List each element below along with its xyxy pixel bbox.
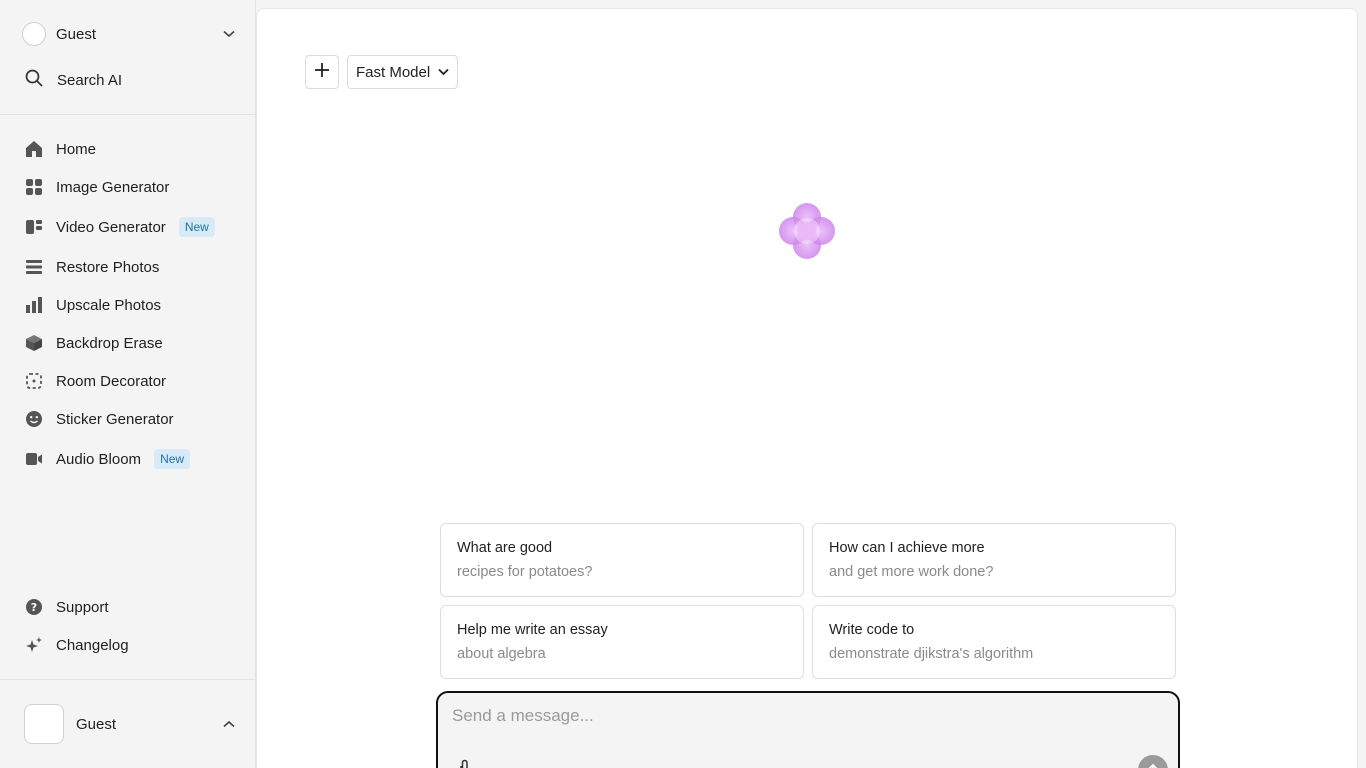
sidebar-item-label: Changelog: [56, 636, 129, 654]
search-label: Search AI: [57, 72, 123, 89]
new-chat-button[interactable]: [305, 55, 339, 89]
sidebar-item-label: Backdrop Erase: [56, 334, 163, 352]
home-icon: [24, 139, 44, 159]
model-selector[interactable]: Fast Model: [347, 55, 459, 89]
message-composer: [436, 691, 1180, 768]
message-input[interactable]: [452, 703, 1152, 729]
sidebar-item-label: Restore Photos: [56, 258, 160, 276]
sparkles-icon: [24, 635, 44, 655]
paperclip-icon[interactable]: [456, 759, 472, 768]
plus-icon: [314, 62, 330, 83]
search-ai[interactable]: Search AI: [24, 68, 122, 93]
svg-text:?: ?: [31, 601, 37, 614]
sidebar-item-changelog[interactable]: Changelog: [24, 633, 129, 657]
sidebar-item-backdrop-erase[interactable]: Backdrop Erase: [24, 331, 163, 355]
sidebar-item-support[interactable]: ? Support: [24, 595, 109, 619]
sidebar-item-upscale-photos[interactable]: Upscale Photos: [24, 293, 161, 317]
chat-panel: Fast Model What are good recipes for pot…: [256, 8, 1358, 768]
user-name: Guest: [76, 715, 117, 733]
sidebar-item-sticker-generator[interactable]: Sticker Generator: [24, 407, 174, 431]
sidebar-item-room-decorator[interactable]: Room Decorator: [24, 369, 166, 393]
chevron-down-icon: [222, 27, 236, 41]
suggestion-subtitle: recipes for potatoes?: [457, 564, 593, 580]
divider: [0, 114, 256, 115]
stack-icon: [24, 257, 44, 277]
new-badge: New: [178, 217, 215, 237]
sidebar-item-label: Video Generator: [56, 218, 166, 236]
sidebar-item-video-generator[interactable]: Video Generator New: [24, 215, 215, 239]
sidebar-item-image-generator[interactable]: Image Generator: [24, 175, 169, 199]
sidebar-item-label: Upscale Photos: [56, 296, 162, 314]
suggestion-card[interactable]: Help me write an essay about algebra: [440, 605, 804, 679]
sidebar: Guest Search AI Home Image Generator Vid…: [0, 0, 256, 768]
sidebar-item-audio-bloom[interactable]: Audio Bloom New: [24, 447, 191, 471]
user-menu-bottom[interactable]: Guest: [24, 704, 236, 744]
cube-icon: [24, 333, 44, 353]
sidebar-item-label: Home: [56, 140, 97, 158]
sidebar-item-label: Audio Bloom: [56, 450, 142, 468]
suggestion-card[interactable]: Write code to demonstrate djikstra's alg…: [812, 605, 1176, 679]
sidebar-item-label: Support: [56, 598, 109, 616]
arrow-up-icon: [1148, 763, 1158, 768]
search-icon: [24, 68, 44, 93]
suggestion-title: Write code to: [829, 622, 915, 638]
suggestion-subtitle: about algebra: [457, 646, 546, 662]
avatar: [24, 704, 64, 744]
suggestion-title: Help me write an essay: [457, 622, 608, 638]
sidebar-item-label: Sticker Generator: [56, 410, 174, 428]
sidebar-item-label: Image Generator: [56, 178, 170, 196]
bar-chart-icon: [24, 295, 44, 315]
divider: [0, 679, 256, 680]
chevron-down-icon: [438, 63, 449, 81]
help-circle-icon: ?: [24, 597, 44, 617]
video-layout-icon: [24, 217, 44, 237]
avatar: [22, 22, 46, 46]
user-name: Guest: [56, 25, 97, 43]
smiley-icon: [24, 409, 44, 429]
user-menu-top[interactable]: Guest: [22, 22, 236, 46]
suggestion-title: How can I achieve more: [829, 540, 985, 556]
suggestion-title: What are good: [457, 540, 553, 556]
chevron-up-icon: [222, 717, 236, 731]
camera-icon: [24, 449, 44, 469]
suggestion-card[interactable]: What are good recipes for potatoes?: [440, 523, 804, 597]
sidebar-item-restore-photos[interactable]: Restore Photos: [24, 255, 159, 279]
send-button[interactable]: [1138, 755, 1168, 768]
suggestion-card[interactable]: How can I achieve more and get more work…: [812, 523, 1176, 597]
app-logo-icon: [773, 197, 841, 265]
sidebar-item-home[interactable]: Home: [24, 137, 96, 161]
suggestion-subtitle: and get more work done?: [829, 564, 994, 580]
dotted-square-icon: [24, 371, 44, 391]
sidebar-item-label: Room Decorator: [56, 372, 167, 390]
model-label: Fast Model: [356, 63, 431, 81]
grid-icon: [24, 177, 44, 197]
new-badge: New: [154, 449, 191, 469]
suggestion-subtitle: demonstrate djikstra's algorithm: [829, 646, 1034, 662]
